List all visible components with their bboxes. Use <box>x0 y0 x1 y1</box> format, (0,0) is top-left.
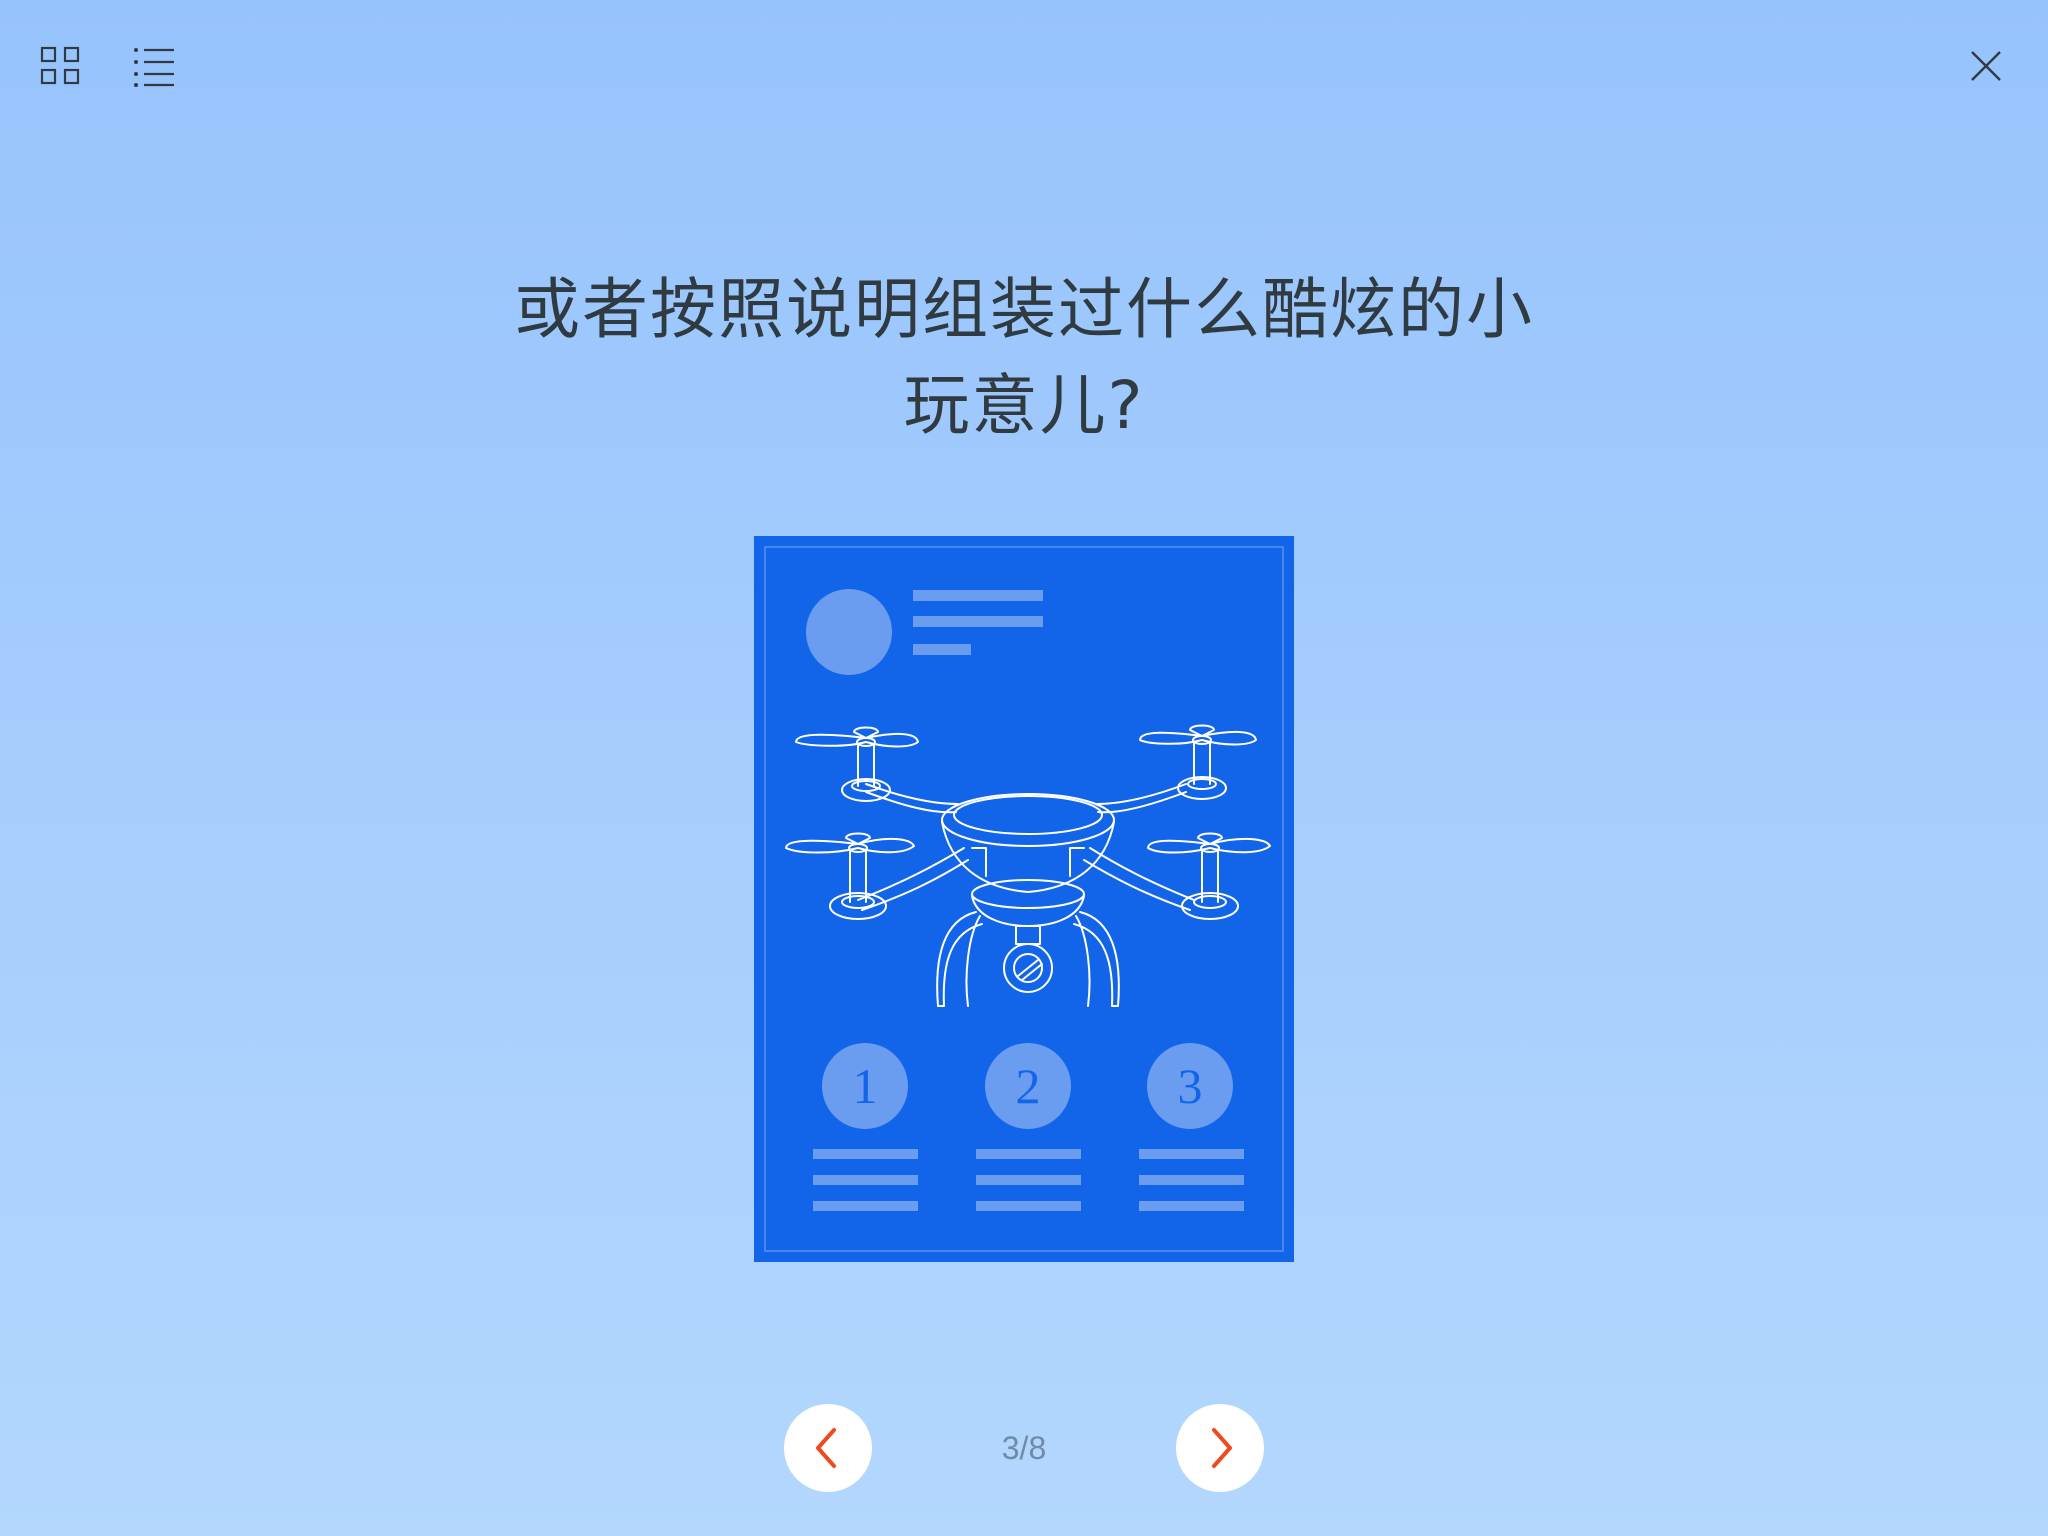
slide-title-line-2: 玩意儿? <box>903 367 1145 444</box>
grid-view-icon <box>40 46 80 85</box>
chevron-left-icon <box>816 1428 836 1468</box>
step-2-number: 2 <box>1016 1058 1041 1114</box>
grid-view-button[interactable] <box>36 40 88 92</box>
step-1-number: 1 <box>853 1058 878 1114</box>
close-icon <box>1971 51 2001 81</box>
drone-manual-illustration: 1 2 3 <box>754 536 1294 1262</box>
slide-title: 或者按照说明组装过什么酷炫的小 玩意儿? <box>474 262 1574 454</box>
list-view-button[interactable] <box>128 40 180 92</box>
slide-title-line-1: 或者按照说明组装过什么酷炫的小 <box>514 271 1534 348</box>
next-slide-button[interactable] <box>1176 1404 1264 1492</box>
page-indicator: 3/8 <box>1001 1430 1047 1466</box>
list-view-icon <box>134 48 174 87</box>
drone-manual-icon: 1 2 3 <box>754 536 1294 1262</box>
chevron-right-icon <box>1212 1428 1232 1468</box>
close-button[interactable] <box>1956 40 2008 92</box>
step-3-number: 3 <box>1178 1058 1203 1114</box>
previous-slide-button[interactable] <box>784 1404 872 1492</box>
